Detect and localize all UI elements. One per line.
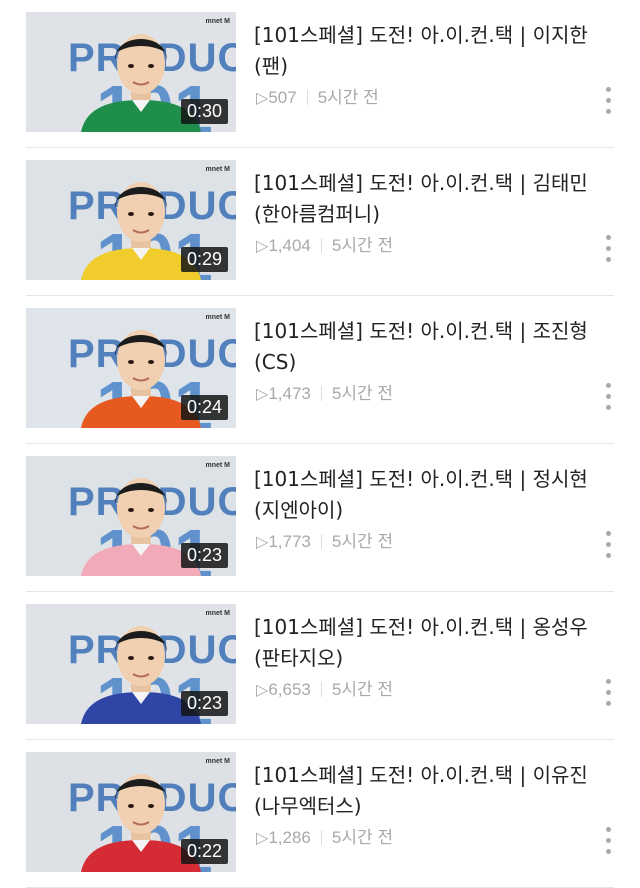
video-meta: ▷1,404 5시간 전 — [256, 231, 393, 256]
video-list: PRODUCE 101 mnet M 0:30 [101스페셜] 도전! 아.이… — [0, 0, 640, 888]
upload-time: 5시간 전 — [331, 828, 393, 847]
video-thumbnail[interactable]: PRODUCE 101 mnet M 0:24 — [26, 308, 236, 428]
video-duration: 0:23 — [180, 691, 228, 716]
video-meta: ▷1,773 5시간 전 — [256, 527, 393, 552]
view-count: 1,286 — [268, 828, 311, 847]
video-duration: 0:30 — [180, 99, 228, 124]
video-meta: ▷1,473 5시간 전 — [256, 379, 393, 404]
upload-time: 5시간 전 — [331, 532, 393, 551]
video-thumbnail[interactable]: PRODUCE 101 mnet M 0:30 — [26, 12, 236, 132]
mnet-logo: mnet M — [205, 758, 231, 765]
video-meta: ▷6,653 5시간 전 — [256, 675, 393, 700]
video-thumbnail[interactable]: PRODUCE 101 mnet M 0:22 — [26, 752, 236, 872]
more-options-icon[interactable] — [600, 827, 616, 857]
view-count: 6,653 — [268, 680, 311, 699]
play-count-icon: ▷ — [256, 534, 269, 551]
video-item[interactable]: PRODUCE 101 mnet M 0:30 [101스페셜] 도전! 아.이… — [0, 0, 640, 148]
play-count-icon: ▷ — [256, 830, 269, 847]
meta-separator — [320, 682, 322, 697]
video-duration: 0:23 — [180, 543, 228, 568]
video-item[interactable]: PRODUCE 101 mnet M 0:24 [101스페셜] 도전! 아.이… — [0, 296, 640, 444]
video-title[interactable]: [101스페셜] 도전! 아.이.컨.택 | 옹성우 (판타지오) — [254, 612, 594, 674]
more-options-icon[interactable] — [600, 87, 616, 117]
mnet-logo: mnet M — [205, 610, 231, 617]
video-title[interactable]: [101스페셜] 도전! 아.이.컨.택 | 이유진 (나무엑터스) — [254, 760, 594, 822]
video-item[interactable]: PRODUCE 101 mnet M 0:23 [101스페셜] 도전! 아.이… — [0, 444, 640, 592]
video-meta: ▷1,286 5시간 전 — [256, 823, 393, 848]
view-count: 1,773 — [268, 532, 311, 551]
meta-separator — [320, 534, 322, 549]
video-thumbnail[interactable]: PRODUCE 101 mnet M 0:23 — [26, 456, 236, 576]
upload-time: 5시간 전 — [331, 680, 393, 699]
view-count: 507 — [268, 88, 297, 107]
mnet-logo: mnet M — [205, 462, 231, 469]
video-item[interactable]: PRODUCE 101 mnet M 0:29 [101스페셜] 도전! 아.이… — [0, 148, 640, 296]
upload-time: 5시간 전 — [331, 236, 393, 255]
video-title[interactable]: [101스페셜] 도전! 아.이.컨.택 | 김태민 (한아름컴퍼니) — [254, 168, 594, 230]
video-title[interactable]: [101스페셜] 도전! 아.이.컨.택 | 이지한 (팬) — [254, 20, 594, 82]
more-options-icon[interactable] — [600, 679, 616, 709]
mnet-logo: mnet M — [205, 18, 231, 25]
upload-time: 5시간 전 — [317, 88, 379, 107]
play-count-icon: ▷ — [256, 90, 269, 107]
meta-separator — [306, 90, 308, 105]
play-count-icon: ▷ — [256, 238, 269, 255]
meta-separator — [320, 386, 322, 401]
mnet-logo: mnet M — [205, 166, 231, 173]
meta-separator — [320, 238, 322, 253]
video-thumbnail[interactable]: PRODUCE 101 mnet M 0:23 — [26, 604, 236, 724]
upload-time: 5시간 전 — [331, 384, 393, 403]
video-thumbnail[interactable]: PRODUCE 101 mnet M 0:29 — [26, 160, 236, 280]
more-options-icon[interactable] — [600, 235, 616, 265]
video-title[interactable]: [101스페셜] 도전! 아.이.컨.택 | 정시현 (지엔아이) — [254, 464, 594, 526]
play-count-icon: ▷ — [256, 682, 269, 699]
play-count-icon: ▷ — [256, 386, 269, 403]
more-options-icon[interactable] — [600, 383, 616, 413]
view-count: 1,404 — [268, 236, 311, 255]
meta-separator — [320, 830, 322, 845]
video-title[interactable]: [101스페셜] 도전! 아.이.컨.택 | 조진형 (CS) — [254, 316, 594, 378]
view-count: 1,473 — [268, 384, 311, 403]
mnet-logo: mnet M — [205, 314, 231, 321]
video-duration: 0:22 — [180, 839, 228, 864]
video-meta: ▷507 5시간 전 — [256, 83, 379, 108]
more-options-icon[interactable] — [600, 531, 616, 561]
video-item[interactable]: PRODUCE 101 mnet M 0:23 [101스페셜] 도전! 아.이… — [0, 592, 640, 740]
video-duration: 0:24 — [180, 395, 228, 420]
video-item[interactable]: PRODUCE 101 mnet M 0:22 [101스페셜] 도전! 아.이… — [0, 740, 640, 888]
video-duration: 0:29 — [180, 247, 228, 272]
